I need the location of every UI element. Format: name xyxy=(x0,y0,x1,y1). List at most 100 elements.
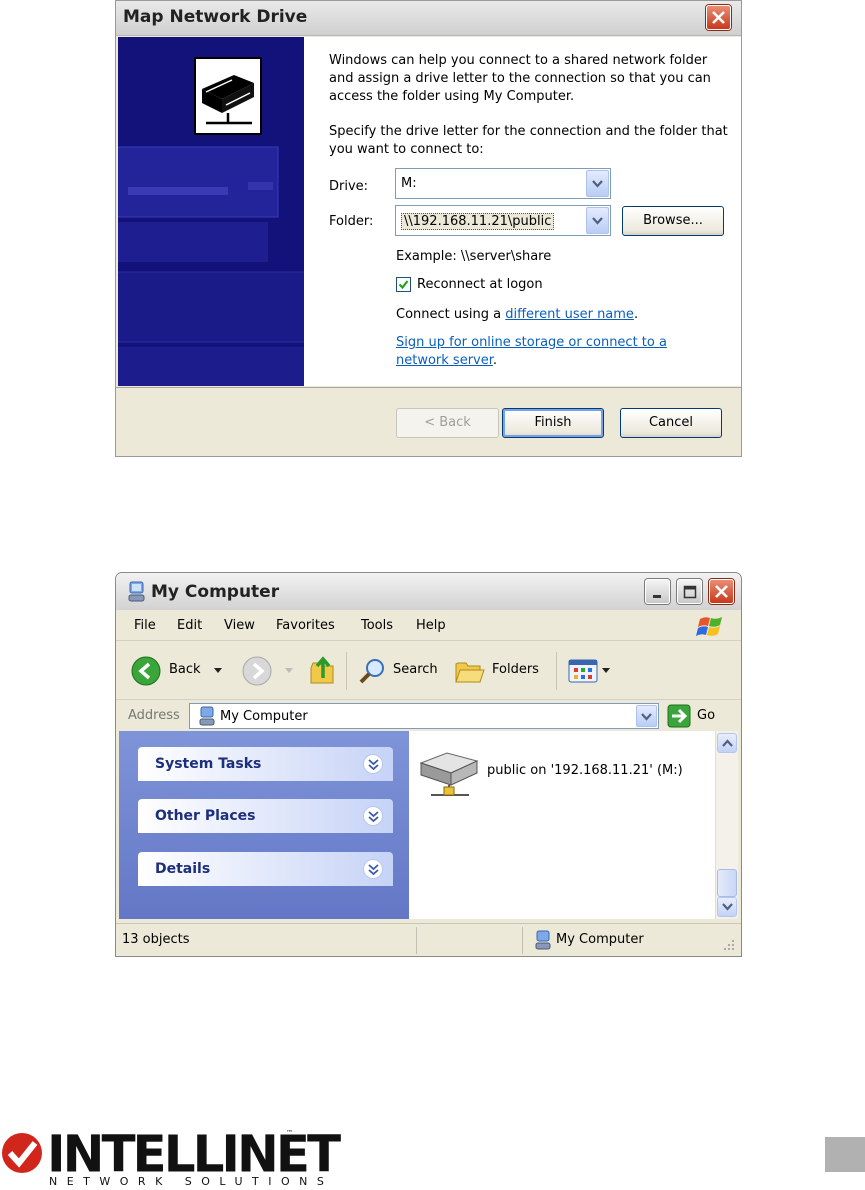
address-label: Address xyxy=(128,708,180,723)
expand-button[interactable] xyxy=(363,754,383,774)
wizard-side-banner xyxy=(118,37,304,386)
reconnect-checkbox[interactable] xyxy=(396,277,411,292)
address-input[interactable]: My Computer xyxy=(189,703,659,729)
dialog-titlebar[interactable]: Map Network Drive xyxy=(116,1,741,36)
object-count: 13 objects xyxy=(122,932,190,947)
views-button[interactable] xyxy=(568,656,614,686)
dropdown-arrow-icon xyxy=(285,668,293,673)
menu-bar: File Edit View Favorites Tools Help xyxy=(116,611,741,641)
search-button[interactable]: Search xyxy=(358,656,440,686)
signup-line: Sign up for online storage or connect to… xyxy=(396,334,696,370)
windows-logo-icon xyxy=(696,617,722,636)
connect-suffix: . xyxy=(633,307,639,322)
status-bar: 13 objects My Computer xyxy=(116,923,741,956)
back-button[interactable]: < Back xyxy=(396,408,499,438)
page-tab-marker xyxy=(825,1137,865,1172)
drive-select[interactable]: M: xyxy=(395,168,611,199)
menu-view[interactable]: View xyxy=(224,618,255,633)
up-folder-icon xyxy=(310,656,334,684)
folder-value: \\192.168.11.21\public xyxy=(401,213,555,230)
menu-file[interactable]: File xyxy=(134,618,156,633)
cancel-button[interactable]: Cancel xyxy=(620,408,722,438)
dialog-title: Map Network Drive xyxy=(123,7,308,27)
standard-toolbar: Back Search Folders xyxy=(116,642,741,700)
chevron-down-icon xyxy=(722,903,733,911)
minimize-icon xyxy=(653,595,661,598)
address-value: My Computer xyxy=(220,709,308,724)
double-chevron-down-icon xyxy=(368,864,379,875)
folders-label: Folders xyxy=(492,662,539,677)
other-places-label: Other Places xyxy=(155,808,256,824)
forward-button[interactable] xyxy=(242,656,293,686)
resize-grip-icon[interactable] xyxy=(722,938,736,952)
maximize-button[interactable] xyxy=(677,579,702,604)
maximize-icon xyxy=(683,585,697,599)
up-folder-button[interactable] xyxy=(308,656,338,686)
my-computer-icon xyxy=(535,930,551,950)
intro-text: Windows can help you connect to a shared… xyxy=(329,53,711,104)
wizard-content: Windows can help you connect to a shared… xyxy=(304,37,741,386)
chevron-up-icon xyxy=(722,739,733,747)
browse-button[interactable]: Browse... xyxy=(622,206,724,236)
vertical-scrollbar[interactable] xyxy=(715,731,738,919)
close-icon xyxy=(715,585,728,598)
network-drive-item[interactable]: public on '192.168.11.21' (M:) xyxy=(417,747,707,797)
expand-button[interactable] xyxy=(363,806,383,826)
status-divider xyxy=(522,927,523,954)
search-icon xyxy=(359,659,384,684)
brand-tagline: NETWORK SOLUTIONS xyxy=(49,1175,334,1188)
go-label: Go xyxy=(697,708,716,723)
menu-tools[interactable]: Tools xyxy=(361,618,393,633)
checkmark-logo-icon xyxy=(2,1133,42,1173)
network-drive-icon xyxy=(419,752,479,796)
connect-line: Connect using a different user name. xyxy=(396,307,638,322)
task-pane: System Tasks Other Places Details xyxy=(119,731,409,919)
folder-input[interactable]: \\192.168.11.21\public xyxy=(395,205,611,236)
search-label: Search xyxy=(393,662,438,677)
example-text: Example: \\server\share xyxy=(396,249,552,264)
dropdown-arrow-icon xyxy=(214,668,222,673)
wizard-footer: < Back Finish Cancel xyxy=(116,387,741,456)
drive-label: Drive: xyxy=(329,179,369,194)
details-header[interactable]: Details xyxy=(138,852,393,886)
finish-button[interactable]: Finish xyxy=(502,408,604,438)
scroll-thumb[interactable] xyxy=(717,869,737,897)
address-dropdown-button[interactable] xyxy=(636,705,657,727)
close-button[interactable] xyxy=(706,5,731,30)
expand-button[interactable] xyxy=(363,859,383,879)
menu-edit[interactable]: Edit xyxy=(177,618,202,633)
forward-arrow-icon xyxy=(242,656,272,686)
scroll-up-button[interactable] xyxy=(717,733,737,753)
status-location: My Computer xyxy=(556,932,644,947)
toolbar-separator xyxy=(556,652,557,690)
reconnect-label[interactable]: Reconnect at logon xyxy=(417,277,543,292)
address-bar: Address My Computer Go xyxy=(116,701,741,731)
status-divider xyxy=(416,927,417,954)
chevron-down-icon xyxy=(592,180,603,188)
my-computer-window: My Computer File Edit View Favorites Too… xyxy=(115,572,742,957)
window-titlebar[interactable]: My Computer xyxy=(116,573,741,610)
network-drive-label: public on '192.168.11.21' (M:) xyxy=(487,763,683,778)
different-user-link[interactable]: different user name xyxy=(505,307,634,322)
signup-suffix: . xyxy=(492,353,498,368)
connect-prefix: Connect using a xyxy=(396,307,506,322)
drive-dropdown-button[interactable] xyxy=(586,170,609,197)
folder-label: Folder: xyxy=(329,214,374,229)
minimize-button[interactable] xyxy=(645,579,670,604)
menu-favorites[interactable]: Favorites xyxy=(276,618,335,633)
close-button[interactable] xyxy=(709,579,734,604)
close-icon xyxy=(712,11,725,24)
folder-dropdown-button[interactable] xyxy=(586,207,609,234)
folders-icon xyxy=(455,662,485,683)
scroll-down-button[interactable] xyxy=(717,897,737,917)
system-tasks-header[interactable]: System Tasks xyxy=(138,747,393,781)
back-button[interactable]: Back xyxy=(131,656,227,686)
trademark-symbol: ™ xyxy=(286,1129,293,1137)
details-label: Details xyxy=(155,861,211,877)
menu-help[interactable]: Help xyxy=(416,618,446,633)
other-places-header[interactable]: Other Places xyxy=(138,799,393,833)
signup-link[interactable]: Sign up for online storage or connect to… xyxy=(396,335,667,368)
intellinet-logo: INTELLINET ™ NETWORK SOLUTIONS xyxy=(0,1124,341,1190)
folders-button[interactable]: Folders xyxy=(454,656,544,686)
views-icon xyxy=(568,659,598,683)
